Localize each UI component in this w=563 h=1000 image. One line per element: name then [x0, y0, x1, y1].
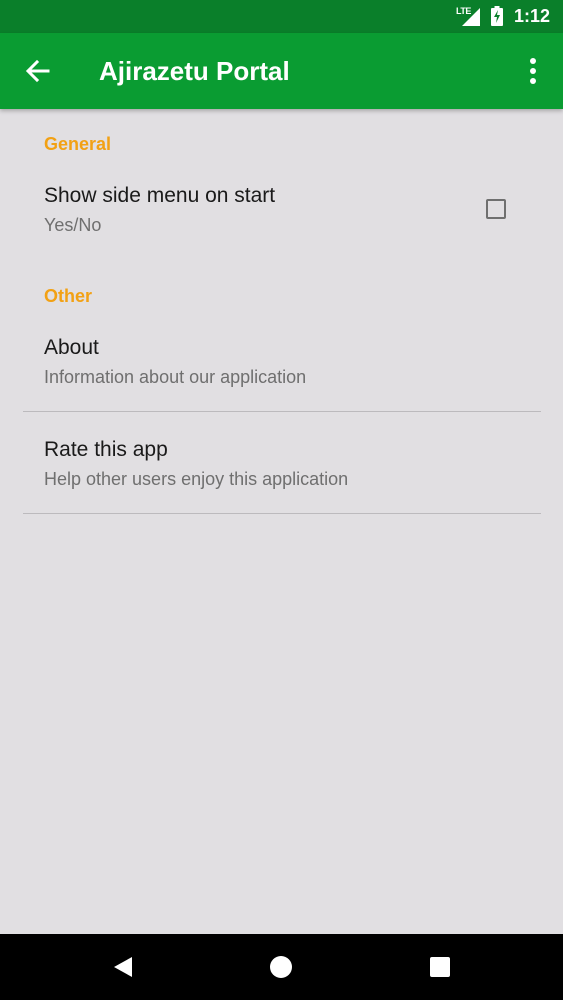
- divider: [23, 513, 541, 514]
- pref-show-side-menu[interactable]: [0, 170, 563, 254]
- pref-rate-app-title: Rate this app: [44, 438, 168, 461]
- pref-about-title: About: [44, 336, 99, 359]
- status-bar: LTE 1:12: [0, 0, 563, 33]
- nav-home-icon[interactable]: [270, 956, 292, 978]
- arrow-left-icon[interactable]: [24, 57, 52, 85]
- battery-charging-icon: [491, 6, 503, 26]
- pref-about-summary: Information about our application: [44, 367, 307, 387]
- pref-rate-app[interactable]: [0, 412, 563, 512]
- category-general: General: [44, 134, 112, 154]
- more-vertical-icon[interactable]: [520, 55, 546, 87]
- page-title: Ajirazetu Portal: [99, 56, 290, 86]
- show-side-menu-checkbox[interactable]: [486, 199, 506, 219]
- nav-recents-icon[interactable]: [430, 957, 450, 977]
- pref-show-side-menu-title: Show side menu on start: [44, 184, 276, 207]
- pref-show-side-menu-summary: Yes/No: [44, 215, 102, 235]
- pref-rate-app-summary: Help other users enjoy this application: [44, 469, 349, 489]
- nav-back-icon[interactable]: [112, 956, 134, 978]
- category-other: Other: [44, 286, 93, 306]
- system-nav-bar: [0, 934, 563, 1000]
- app-bar: Ajirazetu Portal: [0, 33, 563, 109]
- status-time: 1:12: [514, 6, 551, 26]
- signal-icon: [462, 8, 480, 26]
